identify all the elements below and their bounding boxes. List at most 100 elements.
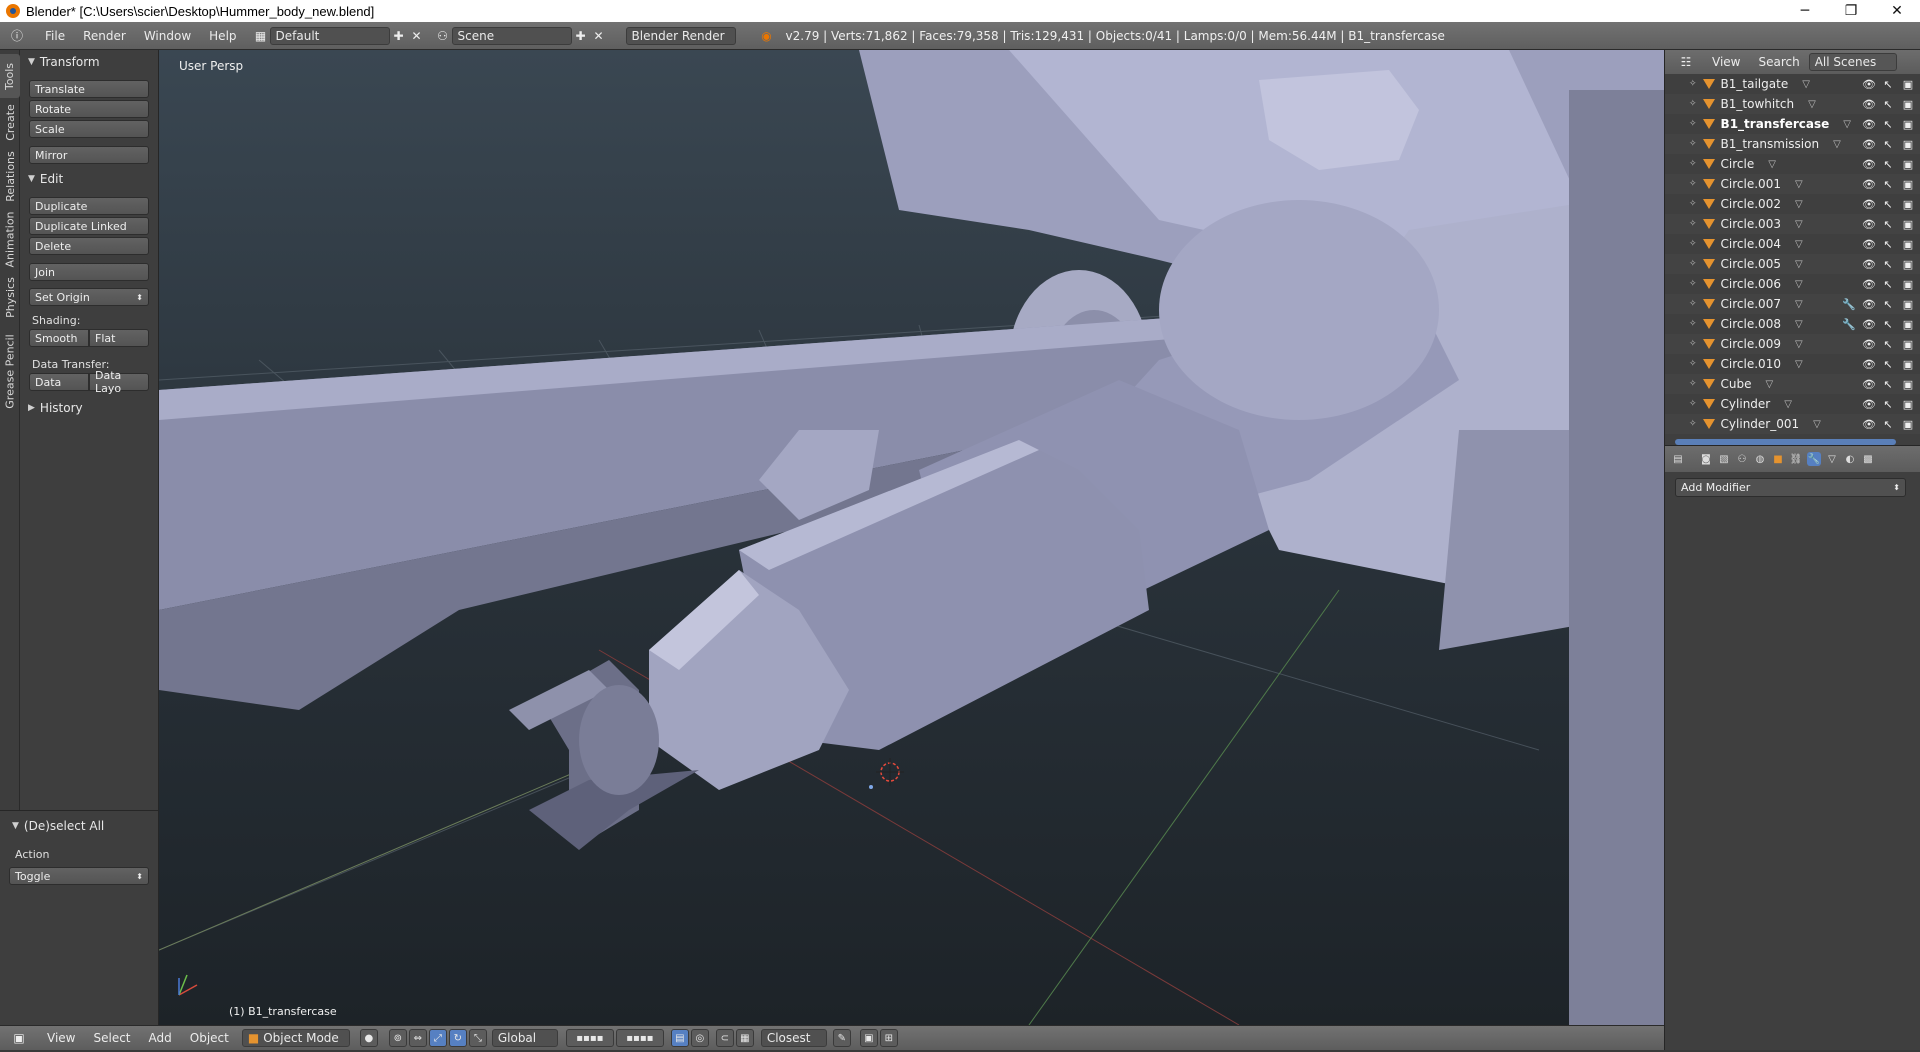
outliner-item-name[interactable]: Circle.007 bbox=[1721, 297, 1781, 311]
proportional-edit-icon[interactable]: ◎ bbox=[690, 1029, 709, 1047]
action-dropdown[interactable]: Toggle ⬍ bbox=[9, 867, 149, 885]
outliner-row[interactable]: ✧ Circle.006 ▽ 👁 ↖ ▣ bbox=[1665, 274, 1920, 294]
remove-layout-icon[interactable]: ✕ bbox=[408, 27, 426, 45]
translate-button[interactable]: Translate bbox=[29, 80, 149, 98]
outliner-row[interactable]: ✧ Circle ▽ 👁 ↖ ▣ bbox=[1665, 154, 1920, 174]
visibility-eye-icon[interactable]: 👁 bbox=[1862, 198, 1876, 211]
outliner-item-name[interactable]: Circle.009 bbox=[1721, 337, 1781, 351]
expand-dot-icon[interactable]: ✧ bbox=[1689, 239, 1697, 249]
outliner-item-name[interactable]: Cylinder bbox=[1721, 397, 1771, 411]
render-tab-icon[interactable]: ◙ bbox=[1699, 452, 1713, 466]
expand-dot-icon[interactable]: ✧ bbox=[1689, 379, 1697, 389]
selectable-cursor-icon[interactable]: ↖ bbox=[1882, 298, 1894, 311]
renderable-camera-icon[interactable]: ▣ bbox=[1902, 238, 1914, 251]
renderable-camera-icon[interactable]: ▣ bbox=[1902, 138, 1914, 151]
render-animation-icon[interactable]: ▣ bbox=[859, 1029, 878, 1047]
manipulator-toggle-icon[interactable]: ⇔ bbox=[408, 1029, 427, 1047]
outliner-row[interactable]: ✧ B1_transmission ▽ 👁 ↖ ▣ bbox=[1665, 134, 1920, 154]
tab-relations[interactable]: Relations bbox=[0, 148, 20, 204]
visibility-eye-icon[interactable]: 👁 bbox=[1862, 138, 1876, 151]
lock-camera-icon[interactable]: ▤ bbox=[670, 1029, 689, 1047]
renderable-camera-icon[interactable]: ▣ bbox=[1902, 258, 1914, 271]
outliner-item-name[interactable]: Circle.002 bbox=[1721, 197, 1781, 211]
outliner-item-name[interactable]: Circle.010 bbox=[1721, 357, 1781, 371]
close-button[interactable]: ✕ bbox=[1874, 0, 1920, 22]
tab-tools[interactable]: Tools bbox=[0, 54, 20, 98]
renderable-camera-icon[interactable]: ▣ bbox=[1902, 398, 1914, 411]
opengl-render-icon[interactable]: ✎ bbox=[832, 1029, 851, 1047]
tab-physics[interactable]: Physics bbox=[0, 272, 20, 322]
visibility-eye-icon[interactable]: 👁 bbox=[1862, 278, 1876, 291]
scale-manipulator-icon[interactable]: ⤡ bbox=[468, 1029, 487, 1047]
duplicate-linked-button[interactable]: Duplicate Linked bbox=[29, 217, 149, 235]
outliner-editor-icon[interactable]: ☷ bbox=[1677, 53, 1695, 71]
rotate-button[interactable]: Rotate bbox=[29, 100, 149, 118]
selectable-cursor-icon[interactable]: ↖ bbox=[1882, 258, 1894, 271]
menu-window[interactable]: Window bbox=[135, 22, 200, 50]
mode-select[interactable]: ■ Object Mode bbox=[241, 1029, 350, 1047]
visibility-eye-icon[interactable]: 👁 bbox=[1862, 418, 1876, 431]
smooth-shading-button[interactable]: Smooth bbox=[29, 329, 89, 347]
visibility-eye-icon[interactable]: 👁 bbox=[1862, 378, 1876, 391]
history-panel-header[interactable]: ▶ History bbox=[20, 397, 158, 419]
3d-viewport[interactable]: User Persp (1) B1_transfercase bbox=[159, 50, 1664, 1025]
renderable-camera-icon[interactable]: ▣ bbox=[1902, 78, 1914, 91]
menu-object[interactable]: Object bbox=[181, 1024, 238, 1052]
expand-dot-icon[interactable]: ✧ bbox=[1689, 179, 1697, 189]
outliner-row[interactable]: ✧ Circle.005 ▽ 👁 ↖ ▣ bbox=[1665, 254, 1920, 274]
mirror-button[interactable]: Mirror bbox=[29, 146, 149, 164]
properties-editor-icon[interactable]: ▤ bbox=[1671, 452, 1685, 466]
expand-dot-icon[interactable]: ✧ bbox=[1689, 299, 1697, 309]
visibility-eye-icon[interactable]: 👁 bbox=[1862, 398, 1876, 411]
selectable-cursor-icon[interactable]: ↖ bbox=[1882, 238, 1894, 251]
expand-dot-icon[interactable]: ✧ bbox=[1689, 359, 1697, 369]
selectable-cursor-icon[interactable]: ↖ bbox=[1882, 278, 1894, 291]
selectable-cursor-icon[interactable]: ↖ bbox=[1882, 198, 1894, 211]
scene-icon[interactable]: ⚇ bbox=[434, 27, 452, 45]
set-origin-dropdown[interactable]: Set Origin ⬍ bbox=[29, 288, 149, 306]
translate-manipulator-icon[interactable]: ⤢ bbox=[428, 1029, 447, 1047]
expand-dot-icon[interactable]: ✧ bbox=[1689, 219, 1697, 229]
display-mode-select[interactable]: All Scenes bbox=[1808, 53, 1897, 71]
renderable-camera-icon[interactable]: ▣ bbox=[1902, 318, 1914, 331]
selectable-cursor-icon[interactable]: ↖ bbox=[1882, 158, 1894, 171]
data-layout-button[interactable]: Data Layo bbox=[89, 369, 149, 395]
restore-button[interactable]: ❐ bbox=[1828, 0, 1874, 22]
renderable-camera-icon[interactable]: ▣ bbox=[1902, 298, 1914, 311]
outliner-item-name[interactable]: B1_transfercase bbox=[1721, 117, 1830, 131]
snap-element-icon[interactable]: ▦ bbox=[735, 1029, 754, 1047]
expand-dot-icon[interactable]: ✧ bbox=[1689, 199, 1697, 209]
tab-grease-pencil[interactable]: Grease Pencil bbox=[0, 326, 20, 416]
minimize-button[interactable]: ─ bbox=[1782, 0, 1828, 22]
selectable-cursor-icon[interactable]: ↖ bbox=[1882, 378, 1894, 391]
expand-dot-icon[interactable]: ✧ bbox=[1689, 399, 1697, 409]
selectable-cursor-icon[interactable]: ↖ bbox=[1882, 358, 1894, 371]
info-editor-icon[interactable]: ⓘ bbox=[8, 27, 26, 45]
selectable-cursor-icon[interactable]: ↖ bbox=[1882, 338, 1894, 351]
flat-shading-button[interactable]: Flat bbox=[89, 329, 149, 347]
constraints-tab-icon[interactable]: ⛓ bbox=[1789, 452, 1803, 466]
outliner-row[interactable]: ✧ B1_towhitch ▽ 👁 ↖ ▣ bbox=[1665, 94, 1920, 114]
visibility-eye-icon[interactable]: 👁 bbox=[1862, 178, 1876, 191]
screen-layout-field[interactable]: Default bbox=[269, 26, 390, 45]
renderable-camera-icon[interactable]: ▣ bbox=[1902, 418, 1914, 431]
outliner-row[interactable]: ✧ Circle.007 ▽ 🔧 👁 ↖ ▣ bbox=[1665, 294, 1920, 314]
outliner-row[interactable]: ✧ Cylinder ▽ 👁 ↖ ▣ bbox=[1665, 394, 1920, 414]
editor-type-icon[interactable]: ▣ bbox=[10, 1029, 28, 1047]
selectable-cursor-icon[interactable]: ↖ bbox=[1882, 78, 1894, 91]
expand-dot-icon[interactable]: ✧ bbox=[1689, 339, 1697, 349]
visibility-eye-icon[interactable]: 👁 bbox=[1862, 298, 1876, 311]
viewport-shading-icon[interactable]: ● bbox=[359, 1029, 378, 1047]
outliner-item-name[interactable]: Circle.006 bbox=[1721, 277, 1781, 291]
visibility-eye-icon[interactable]: 👁 bbox=[1862, 118, 1876, 131]
tab-animation[interactable]: Animation bbox=[0, 208, 20, 270]
expand-dot-icon[interactable]: ✧ bbox=[1689, 279, 1697, 289]
renderable-camera-icon[interactable]: ▣ bbox=[1902, 198, 1914, 211]
add-modifier-dropdown[interactable]: Add Modifier ⬍ bbox=[1675, 478, 1906, 497]
outliner-item-name[interactable]: Cylinder_001 bbox=[1721, 417, 1800, 431]
outliner-row[interactable]: ✧ Circle.001 ▽ 👁 ↖ ▣ bbox=[1665, 174, 1920, 194]
outliner-item-name[interactable]: Circle.008 bbox=[1721, 317, 1781, 331]
outliner-row[interactable]: ✧ Circle.002 ▽ 👁 ↖ ▣ bbox=[1665, 194, 1920, 214]
outliner-item-name[interactable]: Circle.004 bbox=[1721, 237, 1781, 251]
outliner-row[interactable]: ✧ Circle.004 ▽ 👁 ↖ ▣ bbox=[1665, 234, 1920, 254]
